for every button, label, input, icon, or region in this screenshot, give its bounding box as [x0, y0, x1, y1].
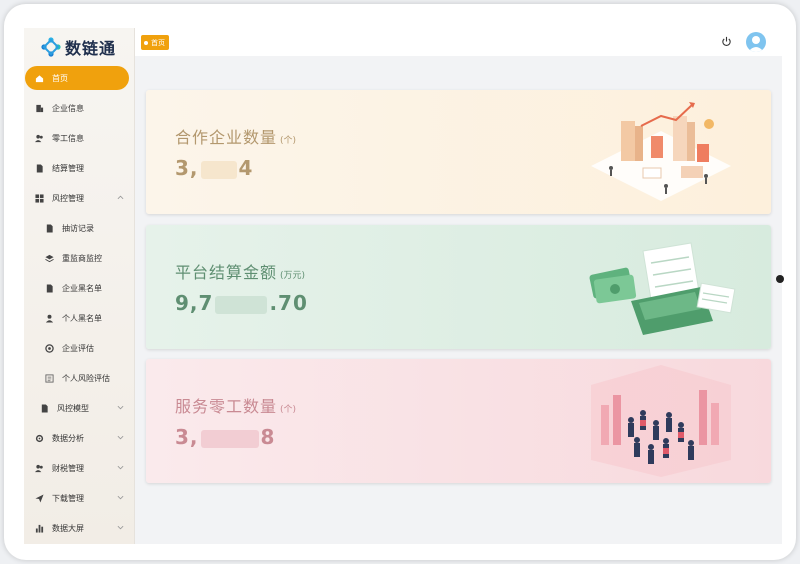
user-icon: [45, 314, 54, 323]
stat-card-gig-workers: 服务零工数量 (个) 3, 8: [146, 359, 771, 483]
redacted-mask: [200, 160, 237, 179]
card-unit: (个): [280, 405, 297, 415]
breadcrumb-label: 首页: [151, 38, 165, 47]
sidebar-item-company-blacklist[interactable]: 企业黑名单: [24, 273, 134, 303]
sidebar-item-label: 数据大屏: [52, 523, 84, 533]
redacted-mask: [215, 295, 268, 314]
sidebar-item-label: 首页: [52, 73, 68, 83]
settings-icon: [35, 434, 44, 443]
chevron-down-icon: [117, 495, 124, 500]
app-window: 数链通 首页 企业信息 零工信息 结算管理 风控管理 抽访记录 重监商监控 企业…: [24, 28, 782, 544]
layers-icon: [45, 254, 54, 263]
sidebar-item-label: 财税管理: [52, 463, 84, 473]
sidebar-item-data-analysis[interactable]: 数据分析: [24, 423, 134, 453]
redacted-mask: [200, 429, 259, 448]
sidebar-item-risk-control[interactable]: 风控管理: [24, 183, 134, 213]
send-icon: [35, 493, 44, 503]
home-icon: [35, 74, 44, 83]
sidebar-item-label: 企业信息: [52, 103, 84, 113]
chevron-up-icon: [117, 195, 124, 200]
sidebar-item-label: 数据分析: [52, 433, 84, 443]
sidebar-item-risk-model[interactable]: 风控模型: [24, 393, 134, 423]
bar-chart-icon: [35, 524, 44, 533]
sidebar-item-gig-info[interactable]: 零工信息: [24, 123, 134, 153]
power-icon[interactable]: [721, 36, 732, 47]
card-title: 平台结算金额 (万元): [175, 263, 306, 282]
sidebar-item-key-merchant-monitor[interactable]: 重监商监控: [24, 243, 134, 273]
file-icon: [45, 283, 54, 293]
card-unit: (万元): [280, 271, 306, 281]
card-title: 服务零工数量 (个): [175, 397, 297, 416]
sidebar-item-label: 个人黑名单: [62, 313, 102, 323]
list-icon: [45, 373, 54, 383]
side-handle[interactable]: [776, 275, 784, 283]
sidebar-menu: 首页 企业信息 零工信息 结算管理 风控管理 抽访记录 重监商监控 企业黑名单 …: [24, 65, 134, 543]
file-icon: [40, 403, 49, 413]
app-name: 数链通: [65, 39, 117, 58]
chevron-down-icon: [117, 465, 124, 470]
sidebar-item-label: 结算管理: [52, 163, 84, 173]
device-frame: 数链通 首页 企业信息 零工信息 结算管理 风控管理 抽访记录 重监商监控 企业…: [4, 4, 796, 560]
sidebar-item-label: 企业评估: [62, 343, 94, 353]
chevron-down-icon: [117, 435, 124, 440]
sidebar-item-company-assessment[interactable]: 企业评估: [24, 333, 134, 363]
target-icon: [45, 343, 54, 353]
user-avatar-icon[interactable]: [746, 32, 766, 52]
sidebar-item-data-screen[interactable]: 数据大屏: [24, 513, 134, 543]
sidebar-item-company-info[interactable]: 企业信息: [24, 93, 134, 123]
sidebar: 数链通 首页 企业信息 零工信息 结算管理 风控管理 抽访记录 重监商监控 企业…: [24, 28, 135, 544]
sidebar-item-finance-tax[interactable]: 财税管理: [24, 453, 134, 483]
sidebar-item-visit-records[interactable]: 抽访记录: [24, 213, 134, 243]
app-logo[interactable]: 数链通: [40, 34, 116, 60]
grid-icon: [35, 193, 44, 203]
sidebar-item-label: 零工信息: [52, 133, 84, 143]
document-icon: [35, 163, 44, 173]
sidebar-item-settlement[interactable]: 结算管理: [24, 153, 134, 183]
chevron-down-icon: [117, 525, 124, 530]
sidebar-item-label: 抽访记录: [62, 223, 94, 233]
top-bar: 首页: [135, 28, 782, 56]
active-dot-icon: [144, 40, 148, 45]
sidebar-item-personal-risk-assessment[interactable]: 个人风险评估: [24, 363, 134, 393]
stat-card-partner-companies: 合作企业数量 (个) 3, 4: [146, 90, 771, 214]
file-icon: [45, 223, 54, 233]
sidebar-item-label: 风控管理: [52, 193, 84, 203]
card-value: 3, 8: [175, 425, 276, 449]
sidebar-item-personal-blacklist[interactable]: 个人黑名单: [24, 303, 134, 333]
building-icon: [35, 104, 44, 113]
crowd-illustration: [591, 365, 731, 477]
chevron-down-icon: [117, 405, 124, 410]
city-isometric-illustration: [591, 102, 731, 201]
users-icon: [35, 464, 44, 473]
card-value: 3, 4: [175, 156, 254, 180]
card-title: 合作企业数量 (个): [175, 128, 297, 147]
sidebar-item-home[interactable]: 首页: [25, 66, 129, 90]
sidebar-item-label: 企业黑名单: [62, 283, 102, 293]
card-unit: (个): [280, 136, 297, 146]
main-content: 首页 合作企业数量 (个) 3, 4 平台结算金额 (万元) 9,7 .70 服…: [135, 28, 782, 544]
card-value: 9,7.70: [175, 291, 308, 315]
sidebar-item-downloads[interactable]: 下载管理: [24, 483, 134, 513]
sidebar-item-label: 重监商监控: [62, 253, 102, 263]
users-icon: [35, 134, 44, 143]
sidebar-item-label: 风控模型: [57, 403, 89, 413]
sidebar-item-label: 下载管理: [52, 493, 84, 503]
stat-card-settlement-amount: 平台结算金额 (万元) 9,7.70: [146, 225, 771, 349]
sidebar-item-label: 个人风险评估: [62, 373, 110, 383]
logo-icon: [41, 37, 61, 57]
breadcrumb-tab-home[interactable]: 首页: [141, 35, 169, 50]
payment-terminal-illustration: [589, 242, 736, 335]
